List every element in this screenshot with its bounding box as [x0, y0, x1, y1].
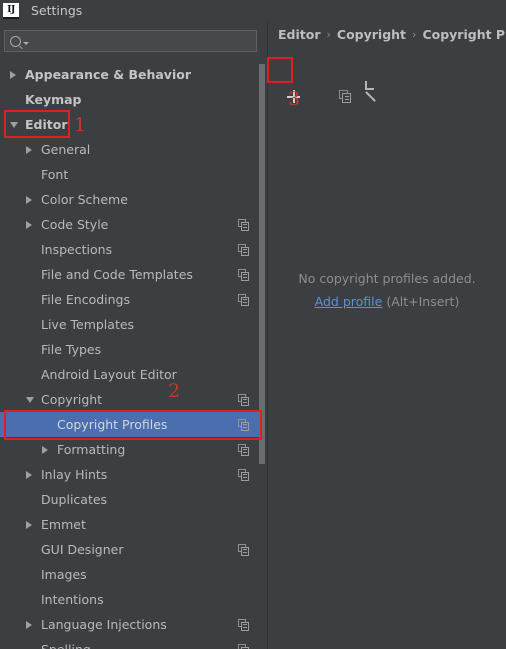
breadcrumb-item[interactable]: Copyright Pro [422, 27, 506, 42]
sidebar-item-copyright-profiles[interactable]: Copyright Profiles [0, 412, 262, 437]
profiles-toolbar [274, 78, 378, 103]
add-profile-link[interactable]: Add profile [315, 294, 383, 309]
add-button[interactable] [274, 78, 300, 102]
breadcrumb: Editor › Copyright › Copyright Pro [278, 27, 506, 42]
sidebar-item-label: Copyright [41, 392, 103, 407]
import-button[interactable] [352, 78, 378, 102]
sidebar-item-label: GUI Designer [41, 542, 124, 557]
sidebar-item-android-layout-editor[interactable]: Android Layout Editor [0, 362, 262, 387]
sidebar-item-label: Emmet [41, 517, 86, 532]
breadcrumb-separator: › [412, 28, 417, 41]
chevron-right-icon[interactable] [26, 220, 32, 229]
sidebar-item-label: File and Code Templates [41, 267, 193, 282]
search-icon[interactable] [5, 35, 31, 47]
sidebar-item-label: Live Templates [41, 317, 135, 332]
sidebar-item-appearance-behavior[interactable]: Appearance & Behavior [0, 62, 262, 87]
sidebar-item-color-scheme[interactable]: Color Scheme [0, 187, 262, 212]
search-field[interactable] [4, 30, 257, 52]
chevron-right-icon[interactable] [26, 620, 32, 629]
sidebar-item-file-and-code-templates[interactable]: File and Code Templates [0, 262, 262, 287]
sidebar-item-spelling[interactable]: Spelling [0, 637, 262, 649]
project-settings-copy-icon [238, 418, 250, 431]
chevron-right-icon[interactable] [10, 70, 16, 79]
sidebar-item-live-templates[interactable]: Live Templates [0, 312, 262, 337]
project-settings-copy-icon [238, 268, 250, 281]
sidebar-item-label: Formatting [57, 442, 126, 457]
empty-state-actions: Add profile (Alt+Insert) [268, 294, 506, 309]
sidebar-item-formatting[interactable]: Formatting [0, 437, 262, 462]
sidebar-item-label: Inlay Hints [41, 467, 108, 482]
sidebar-item-label: File Types [41, 342, 102, 357]
empty-state-message: No copyright profiles added. [298, 271, 476, 286]
project-settings-copy-icon [238, 293, 250, 306]
sidebar-item-inspections[interactable]: Inspections [0, 237, 262, 262]
sidebar-item-label: Duplicates [41, 492, 108, 507]
project-settings-copy-icon [238, 443, 250, 456]
sidebar-item-general[interactable]: General [0, 137, 262, 162]
sidebar-item-gui-designer[interactable]: GUI Designer [0, 537, 262, 562]
intellij-idea-logo-icon: IJ [3, 2, 19, 19]
sidebar-item-duplicates[interactable]: Duplicates [0, 487, 262, 512]
sidebar-item-file-types[interactable]: File Types [0, 337, 262, 362]
chevron-right-icon[interactable] [26, 520, 32, 529]
project-settings-copy-icon [238, 543, 250, 556]
sidebar-scrollbar-thumb[interactable] [259, 64, 265, 464]
sidebar-item-keymap[interactable]: Keymap [0, 87, 262, 112]
sidebar-item-images[interactable]: Images [0, 562, 262, 587]
empty-state: No copyright profiles added. Add profile… [268, 271, 506, 309]
sidebar-item-font[interactable]: Font [0, 162, 262, 187]
window-titlebar: IJ Settings [0, 0, 506, 21]
chevron-right-icon[interactable] [26, 195, 32, 204]
sidebar-item-emmet[interactable]: Emmet [0, 512, 262, 537]
breadcrumb-separator: › [326, 28, 331, 41]
sidebar-item-file-encodings[interactable]: File Encodings [0, 287, 262, 312]
sidebar-item-editor[interactable]: Editor [0, 112, 262, 137]
sidebar-item-inlay-hints[interactable]: Inlay Hints [0, 462, 262, 487]
sidebar-item-label: Images [41, 567, 87, 582]
copy-button[interactable] [326, 78, 352, 103]
breadcrumb-item[interactable]: Copyright [337, 27, 406, 42]
add-profile-shortcut-hint: (Alt+Insert) [386, 294, 460, 309]
window-title: Settings [31, 3, 83, 18]
sidebar-item-language-injections[interactable]: Language Injections [0, 612, 262, 637]
sidebar-item-label: Copyright Profiles [57, 417, 168, 432]
chevron-right-icon[interactable] [42, 445, 48, 454]
project-settings-copy-icon [238, 618, 250, 631]
breadcrumb-item[interactable]: Editor [278, 27, 321, 42]
project-settings-copy-icon [238, 468, 250, 481]
sidebar-item-label: Spelling [41, 642, 91, 649]
sidebar-item-copyright[interactable]: Copyright [0, 387, 262, 412]
project-settings-copy-icon [238, 243, 250, 256]
sidebar-item-label: Language Injections [41, 617, 167, 632]
sidebar-item-label: Font [41, 167, 69, 182]
sidebar-item-label: Intentions [41, 592, 104, 607]
search-input[interactable] [31, 34, 256, 48]
project-settings-copy-icon [238, 643, 250, 649]
sidebar-item-label: Code Style [41, 217, 109, 232]
sidebar-item-intentions[interactable]: Intentions [0, 587, 262, 612]
settings-detail-panel: Editor › Copyright › Copyright Pro No copyri… [268, 21, 506, 649]
chevron-right-icon[interactable] [26, 145, 32, 154]
settings-tree: Appearance & Behavior Keymap Editor General… [0, 62, 268, 649]
chevron-down-icon[interactable] [22, 41, 29, 45]
remove-button [300, 78, 326, 102]
sidebar-item-label: Keymap [25, 92, 82, 107]
chevron-down-icon[interactable] [10, 121, 18, 128]
project-settings-copy-icon [238, 393, 250, 406]
settings-sidebar: Appearance & Behavior Keymap Editor General… [0, 21, 268, 649]
sidebar-item-label: Inspections [41, 242, 113, 257]
chevron-right-icon[interactable] [26, 470, 32, 479]
sidebar-item-label: Android Layout Editor [41, 367, 177, 382]
sidebar-item-label: General [41, 142, 91, 157]
sidebar-item-label: File Encodings [41, 292, 131, 307]
chevron-down-icon[interactable] [26, 396, 34, 403]
sidebar-item-label: Color Scheme [41, 192, 128, 207]
project-settings-copy-icon [238, 218, 250, 231]
sidebar-item-code-style[interactable]: Code Style [0, 212, 262, 237]
sidebar-item-label: Editor [25, 117, 68, 132]
sidebar-item-label: Appearance & Behavior [25, 67, 191, 82]
